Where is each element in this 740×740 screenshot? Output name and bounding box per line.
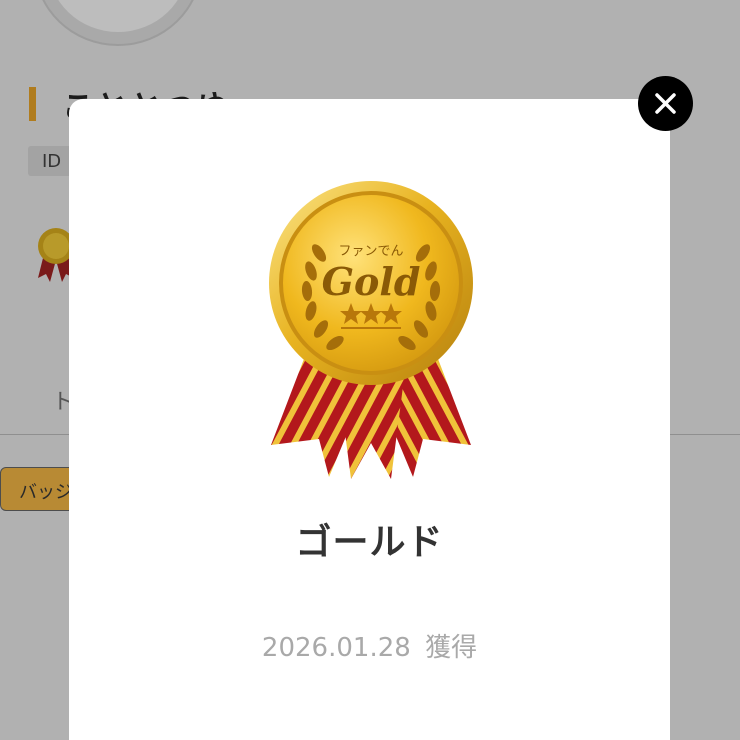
id-label: ID (42, 151, 62, 172)
medal-small-text: ファンでん (338, 244, 403, 259)
badge-title: ゴールド (295, 522, 444, 563)
name-accent-bar (29, 87, 36, 121)
close-button[interactable] (638, 76, 693, 131)
avatar (34, 0, 202, 46)
close-icon (655, 93, 676, 114)
earned-suffix: 獲得 (425, 633, 478, 663)
badge-detail-modal: ファンでん Gold ゴールド 2026.01.28 獲得 (69, 99, 670, 740)
earned-date: 2026.01.28 (261, 633, 411, 663)
badge-list-button-label: バッジ (19, 482, 73, 503)
medal-main-text: Gold (322, 259, 421, 304)
avatar-image (48, 0, 188, 32)
gold-medal-icon: ファンでん Gold (269, 181, 473, 479)
earned-date-line: 2026.01.28 獲得 (69, 627, 670, 664)
